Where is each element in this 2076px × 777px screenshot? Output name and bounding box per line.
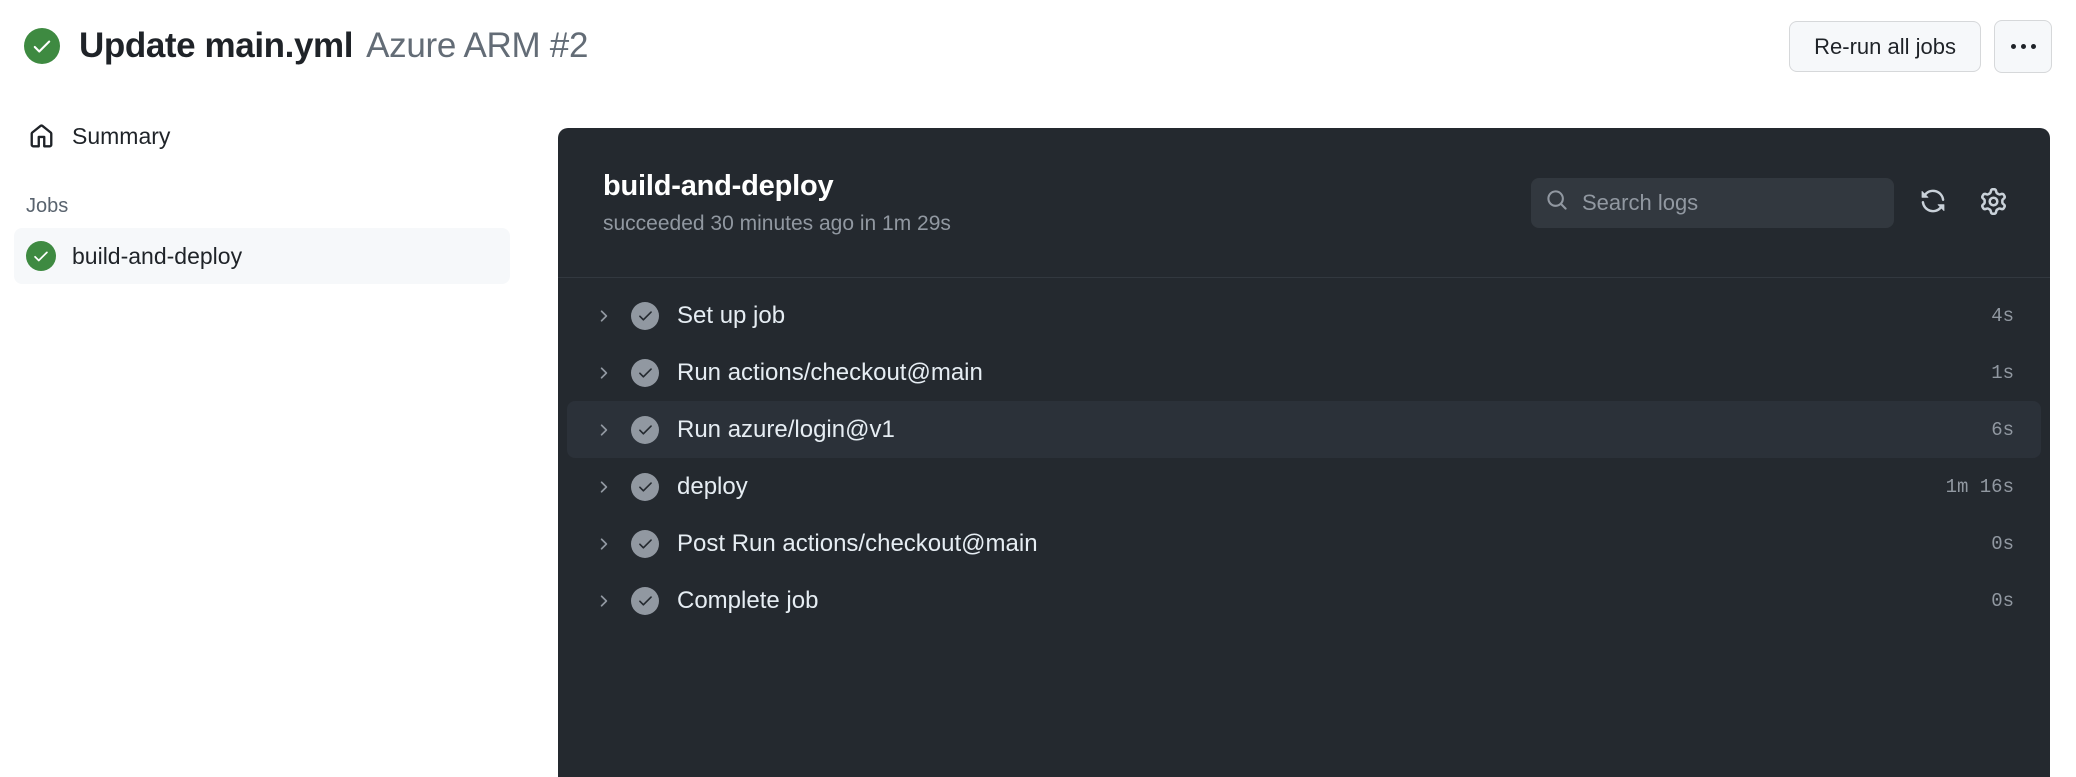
job-name: build-and-deploy	[603, 170, 951, 203]
log-settings-button[interactable]	[1972, 182, 2014, 224]
job-step-label: deploy	[677, 473, 748, 501]
job-step-label: Complete job	[677, 587, 818, 615]
run-subtitle: Azure ARM #2	[366, 26, 588, 66]
job-log-header: build-and-deploy succeeded 30 minutes ag…	[558, 128, 2050, 278]
check-circle-icon	[24, 28, 60, 64]
job-step-row[interactable]: Run azure/login@v1 6s	[567, 401, 2041, 458]
job-step-duration: 1s	[1991, 362, 2014, 384]
header-actions: Re-run all jobs	[1789, 20, 2052, 73]
sidebar-item-summary-label: Summary	[72, 123, 170, 150]
job-steps-list: Set up job 4s Run actions/checkout@main …	[558, 278, 2050, 629]
sidebar-item-build-and-deploy-label: build-and-deploy	[72, 243, 242, 270]
check-circle-icon	[631, 416, 659, 444]
chevron-right-icon[interactable]	[591, 478, 615, 496]
chevron-right-icon[interactable]	[591, 307, 615, 325]
sidebar-item-build-and-deploy[interactable]: build-and-deploy	[14, 228, 510, 284]
check-circle-icon	[631, 302, 659, 330]
home-icon	[26, 124, 56, 149]
run-title: Update main.yml	[79, 26, 353, 66]
sidebar-section-jobs: Jobs	[0, 195, 558, 218]
check-circle-icon	[631, 359, 659, 387]
job-step-duration: 4s	[1991, 305, 2014, 327]
page-title: Update main.yml Azure ARM #2	[79, 26, 588, 66]
job-step-row[interactable]: Complete job 0s	[567, 572, 2041, 629]
gear-icon	[1980, 188, 2007, 218]
rerun-all-jobs-button[interactable]: Re-run all jobs	[1789, 21, 1981, 72]
job-step-row[interactable]: Post Run actions/checkout@main 0s	[567, 515, 2041, 572]
check-circle-icon	[631, 587, 659, 615]
job-step-row[interactable]: deploy 1m 16s	[567, 458, 2041, 515]
search-logs-box[interactable]	[1531, 178, 1894, 228]
search-logs-input[interactable]	[1580, 189, 1879, 217]
job-step-label: Post Run actions/checkout@main	[677, 530, 1038, 558]
log-header-actions	[1531, 178, 2014, 228]
job-step-label: Run azure/login@v1	[677, 416, 895, 444]
job-step-duration: 0s	[1991, 533, 2014, 555]
chevron-right-icon[interactable]	[591, 364, 615, 382]
more-options-button[interactable]	[1994, 20, 2052, 73]
check-circle-icon	[26, 241, 56, 271]
check-circle-icon	[631, 473, 659, 501]
run-header: Update main.yml Azure ARM #2 Re-run all …	[0, 0, 2076, 92]
job-step-duration: 6s	[1991, 419, 2014, 441]
job-log-panel: build-and-deploy succeeded 30 minutes ag…	[558, 128, 2050, 777]
kebab-horizontal-icon	[2011, 44, 2036, 49]
chevron-right-icon[interactable]	[591, 421, 615, 439]
job-step-label: Set up job	[677, 302, 785, 330]
job-step-row[interactable]: Set up job 4s	[567, 287, 2041, 344]
job-step-label: Run actions/checkout@main	[677, 359, 983, 387]
check-circle-icon	[631, 530, 659, 558]
chevron-right-icon[interactable]	[591, 592, 615, 610]
job-step-duration: 0s	[1991, 590, 2014, 612]
job-step-row[interactable]: Run actions/checkout@main 1s	[567, 344, 2041, 401]
sidebar-item-summary[interactable]: Summary	[14, 108, 510, 164]
chevron-right-icon[interactable]	[591, 535, 615, 553]
job-status-text: succeeded 30 minutes ago in 1m 29s	[603, 212, 951, 236]
job-step-duration: 1m 16s	[1946, 476, 2014, 498]
search-icon	[1546, 189, 1568, 216]
sync-icon	[1920, 188, 1946, 217]
sidebar: Summary Jobs build-and-deploy	[0, 92, 558, 777]
job-status-icon	[26, 241, 56, 271]
job-heading: build-and-deploy succeeded 30 minutes ag…	[603, 170, 951, 236]
refresh-logs-button[interactable]	[1912, 182, 1954, 224]
